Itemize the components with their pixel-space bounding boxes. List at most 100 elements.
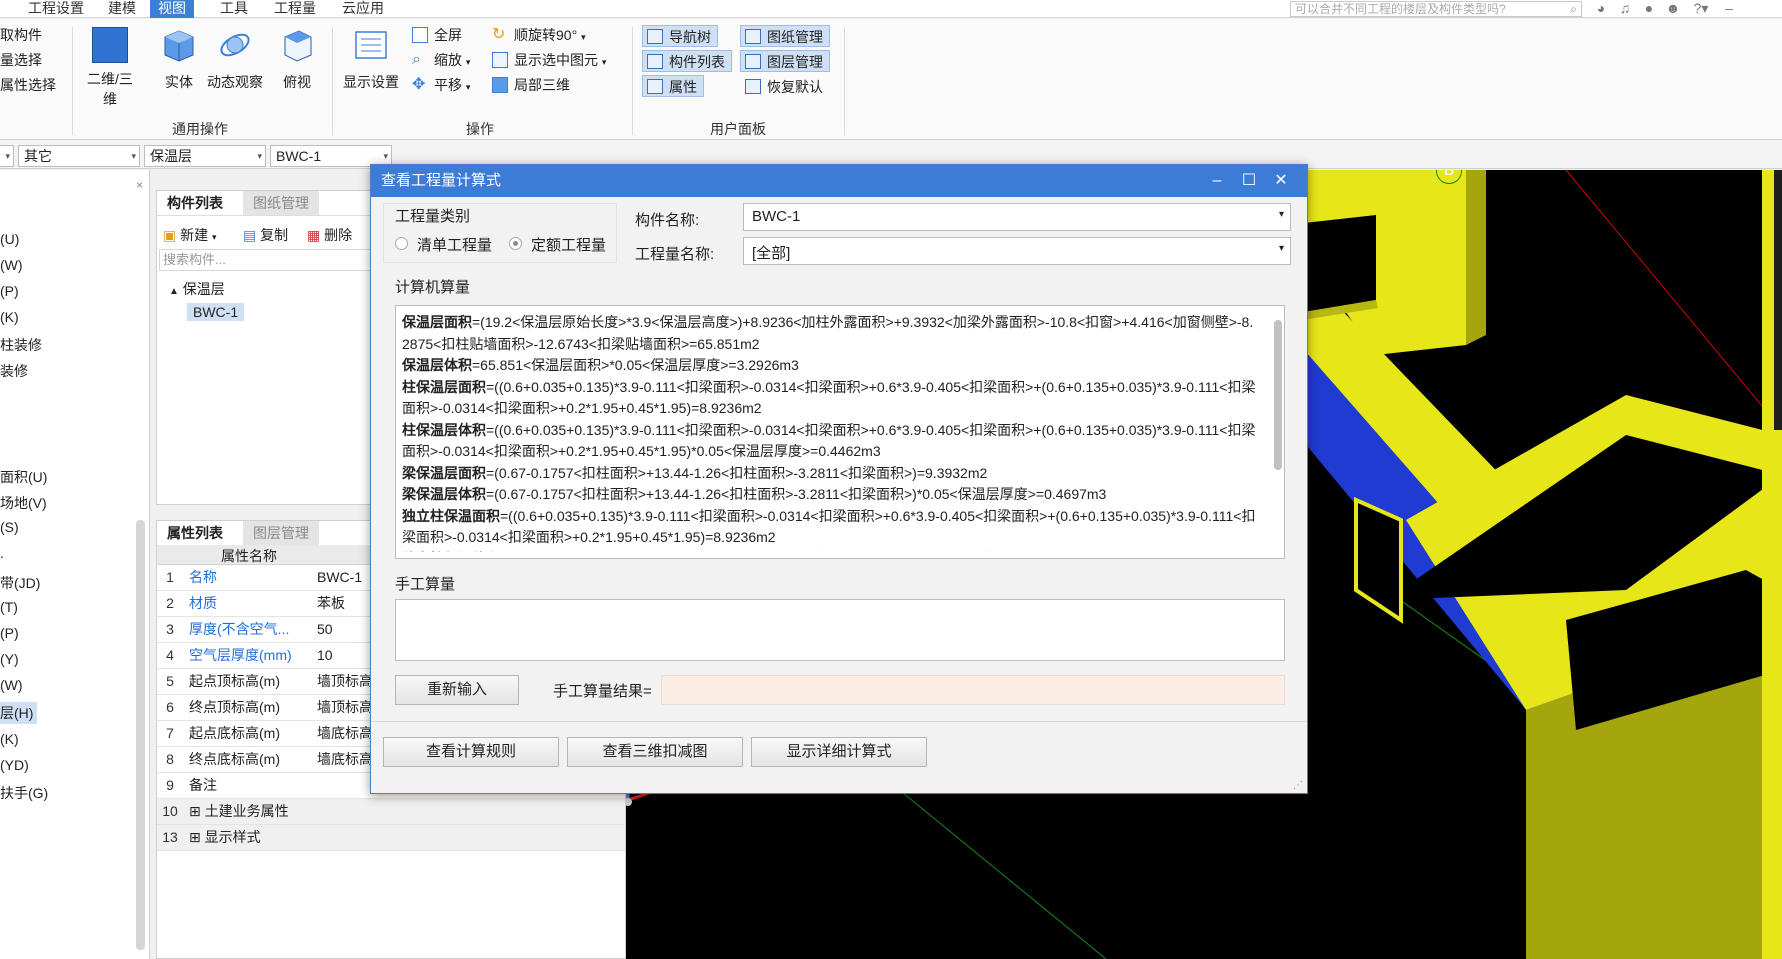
close-icon[interactable]: × [136, 178, 143, 192]
property-value[interactable]: BWC-1 [317, 565, 377, 590]
component-search-input[interactable]: 搜索构件... [159, 249, 371, 271]
display-settings-button[interactable]: 显示设置 [338, 27, 404, 92]
property-value[interactable]: 墙底标高 [317, 747, 377, 772]
maximize-icon[interactable]: ☐ [1235, 165, 1263, 197]
restore-default-button[interactable]: 恢复默认 [740, 75, 830, 97]
layer-mgmt-toggle[interactable]: 图层管理 [740, 50, 830, 72]
tab-component-list[interactable]: 构件列表 [157, 191, 233, 215]
properties-toggle[interactable]: 属性 [642, 75, 704, 97]
category-combo[interactable]: 其它 ▾ [18, 145, 140, 167]
menu-cloud[interactable]: 云应用 [342, 0, 384, 18]
group-separator [632, 27, 633, 135]
batch-select-item[interactable]: 量选择 [0, 50, 42, 70]
zoom-button[interactable]: 缩放 ▾ [434, 50, 470, 70]
sidebar-item-3[interactable]: (K) [0, 308, 23, 326]
property-value[interactable]: 墙顶标高 [317, 695, 377, 720]
tab-drawing-mgmt[interactable]: 图纸管理 [243, 191, 319, 215]
property-value[interactable]: 10 [317, 643, 377, 668]
sidebar-item-15[interactable]: 层(H) [0, 702, 38, 724]
help-search-input[interactable]: 可以合并不同工程的楼层及构件类型吗? ⌕ [1290, 1, 1582, 17]
select-component-item[interactable]: 取构件 [0, 25, 42, 45]
local-3d-button[interactable]: 局部三维 [514, 75, 570, 95]
top-view-button[interactable]: 俯视 [272, 27, 322, 92]
sidebar-item-11[interactable]: (T) [0, 598, 22, 616]
sidebar-item-5[interactable]: 装修 [0, 360, 32, 382]
view-calc-rules-button[interactable]: 查看计算规则 [383, 737, 559, 767]
property-value[interactable]: 苯板 [317, 591, 377, 616]
close-icon[interactable]: ✕ [1267, 165, 1295, 197]
show-detailed-formula-button[interactable]: 显示详细计算式 [751, 737, 927, 767]
quota-quantity-label[interactable]: 定额工程量 [531, 234, 606, 255]
view-3d-deduction-button[interactable]: 查看三维扣减图 [567, 737, 743, 767]
comp-list-toggle[interactable]: 构件列表 [642, 50, 732, 72]
property-row-number: 5 [166, 673, 174, 689]
drawing-mgmt-toggle[interactable]: 图纸管理 [740, 25, 830, 47]
delete-button[interactable]: ▦ 删除 [307, 225, 352, 245]
help-icon[interactable]: ?▾ [1688, 0, 1714, 16]
qty-name-select[interactable]: [全部] ▾ [743, 237, 1291, 265]
nav-tree-toggle[interactable]: 导航树 [642, 25, 718, 47]
tab-layer-mgmt[interactable]: 图层管理 [243, 521, 319, 545]
menu-view[interactable]: 视图 [150, 0, 194, 18]
orbit-button[interactable]: 动态观察 [202, 27, 268, 92]
show-selected-button[interactable]: 显示选中图元 ▾ [514, 50, 606, 70]
sidebar-item-9[interactable]: . [0, 544, 8, 562]
sidebar-item-10[interactable]: 带(JD) [0, 572, 44, 594]
2d-3d-button[interactable]: 二维/三维 [84, 27, 136, 109]
property-row[interactable]: 13 ⊞ 显示样式 [157, 825, 625, 851]
sidebar-item-6[interactable]: 面积(U) [0, 466, 51, 488]
copy-button[interactable]: ▤ 复制 [243, 225, 288, 245]
bill-quantity-radio[interactable] [395, 237, 408, 250]
menu-project-settings[interactable]: 工程设置 [28, 0, 84, 18]
solid-button[interactable]: 实体 [154, 27, 204, 92]
property-select-item[interactable]: 属性选择 [0, 75, 56, 95]
sidebar-item-1[interactable]: (W) [0, 256, 27, 274]
sidebar-item-16[interactable]: (K) [0, 730, 23, 748]
nav-scrollbar[interactable] [136, 520, 145, 950]
property-row[interactable]: 10 ⊞ 土建业务属性 [157, 799, 625, 825]
sidebar-item-0[interactable]: (U) [0, 230, 23, 248]
tree-node-bwc1[interactable]: BWC-1 [187, 303, 245, 321]
minimize-icon[interactable]: – [1203, 165, 1231, 197]
sidebar-item-14[interactable]: (W) [0, 676, 27, 694]
formula-scrollbar[interactable] [1274, 320, 1282, 470]
chat-icon[interactable]: ● [1640, 0, 1658, 16]
tab-property-list[interactable]: 属性列表 [157, 521, 233, 545]
sidebar-item-18[interactable]: 扶手(G) [0, 782, 52, 804]
bill-quantity-label[interactable]: 清单工程量 [417, 234, 492, 255]
floor-combo[interactable]: ▾ [0, 145, 14, 167]
category-label: 工程量类别 [395, 208, 471, 225]
property-value[interactable]: 墙顶标高 [317, 669, 377, 694]
sidebar-item-8[interactable]: (S) [0, 518, 23, 536]
menu-modeling[interactable]: 建模 [108, 0, 136, 18]
quota-quantity-radio[interactable] [509, 237, 522, 250]
sidebar-item-4[interactable]: 柱装修 [0, 334, 46, 356]
comp-name-select[interactable]: BWC-1 ▾ [743, 203, 1291, 231]
property-value[interactable]: 50 [317, 617, 377, 642]
new-button[interactable]: ▣ 新建 ▾ [163, 225, 217, 245]
sidebar-item-12[interactable]: (P) [0, 624, 23, 642]
fullscreen-button[interactable]: 全屏 [434, 25, 462, 45]
property-value[interactable]: 墙底标高 [317, 721, 377, 746]
rotate-button[interactable]: 顺旋转90° ▾ [514, 25, 586, 45]
search-icon[interactable]: ⌕ [1570, 2, 1577, 16]
component-type-combo[interactable]: 保温层 ▾ [144, 145, 266, 167]
sidebar-item-7[interactable]: 场地(V) [0, 492, 51, 514]
menu-tools[interactable]: 工具 [220, 0, 248, 18]
pan-button[interactable]: 平移 ▾ [434, 75, 470, 95]
sidebar-item-17[interactable]: (YD) [0, 756, 33, 774]
minimize-app-icon[interactable]: – [1720, 0, 1738, 16]
sidebar-item-2[interactable]: (P) [0, 282, 23, 300]
service-icon[interactable]: ☻ [1664, 0, 1682, 16]
user-icon[interactable]: ◕ [1592, 0, 1610, 16]
menu-quantity[interactable]: 工程量 [274, 0, 316, 18]
pan-label: 平移 [434, 77, 462, 93]
reenter-button[interactable]: 重新输入 [395, 675, 519, 705]
computer-calc-textarea[interactable]: 保温层面积=(19.2<保温层原始长度>*3.9<保温层高度>)+8.9236<… [395, 305, 1285, 559]
tree-node-insulation[interactable]: ▲ 保温层 [169, 279, 225, 299]
resize-grip-icon[interactable]: ⋰ [1293, 780, 1303, 791]
dialog-title-bar[interactable]: 查看工程量计算式 [371, 165, 1307, 197]
bell-icon[interactable]: ♫ [1616, 0, 1634, 16]
sidebar-item-13[interactable]: (Y) [0, 650, 23, 668]
manual-calc-input[interactable] [395, 599, 1285, 661]
